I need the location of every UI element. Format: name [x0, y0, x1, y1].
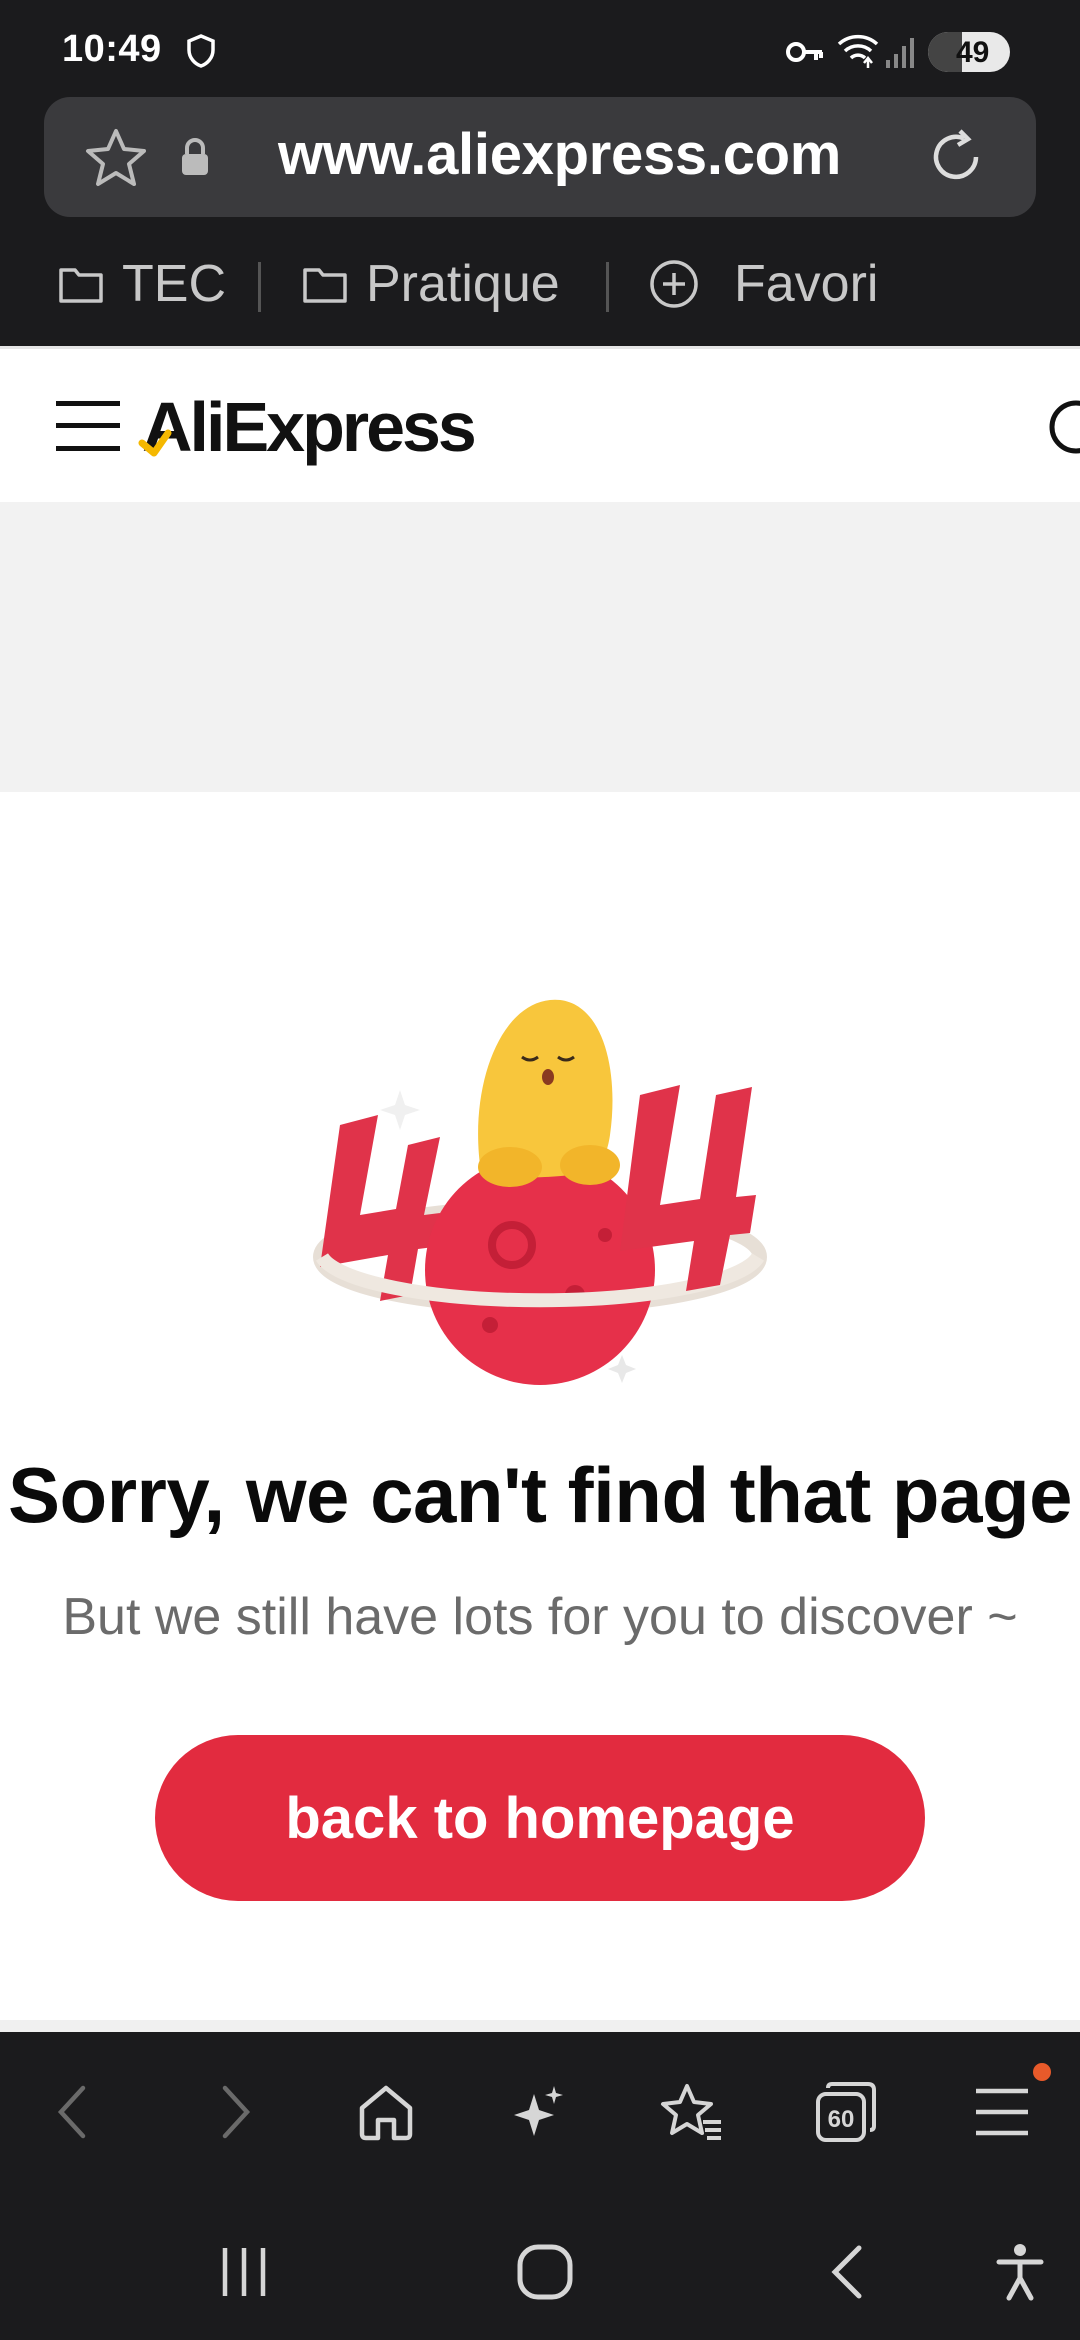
forward-button[interactable] — [194, 2072, 274, 2152]
notification-dot — [1033, 2063, 1051, 2081]
bookmarks-icon — [661, 2084, 721, 2140]
lock-icon — [182, 138, 208, 175]
logo-accent-icon — [138, 429, 172, 457]
home-button[interactable] — [346, 2072, 426, 2152]
add-circle-icon — [650, 260, 698, 308]
bookmark-label: TEC — [122, 255, 226, 313]
home-icon — [517, 2244, 573, 2300]
recents-icon — [222, 2248, 266, 2296]
battery-level: 49 — [956, 36, 990, 69]
tab-count: 60 — [828, 2106, 855, 2133]
page-bottom-divider — [0, 2020, 1080, 2032]
battery-icon: 49 — [928, 32, 1010, 72]
home-icon — [359, 2085, 413, 2141]
error-subtitle: But we still have lots for you to discov… — [62, 1588, 1018, 1646]
status-time: 10:49 — [62, 28, 162, 70]
tabs-button[interactable]: 60 — [806, 2072, 886, 2152]
sparkle-icon — [514, 2086, 563, 2136]
system-back-button[interactable] — [808, 2232, 888, 2312]
back-icon — [831, 2245, 862, 2299]
site-header: AliExpress — [0, 346, 1080, 505]
back-icon — [57, 2085, 86, 2139]
hamburger-menu-icon[interactable] — [56, 399, 120, 453]
url-text[interactable]: www.aliexpress.com — [278, 121, 841, 188]
bookmark-separator — [606, 262, 609, 312]
tabs-icon: 60 — [816, 2082, 876, 2142]
menu-icon — [976, 2088, 1028, 2136]
bookmark-pratique[interactable]: Pratique — [302, 252, 560, 316]
bookmarks-button[interactable] — [652, 2072, 732, 2152]
folder-icon — [59, 268, 103, 303]
system-home-button[interactable] — [505, 2232, 585, 2312]
search-icon[interactable] — [1046, 397, 1080, 457]
error-title: Sorry, we can't find that page — [8, 1451, 1072, 1539]
system-recents-button[interactable] — [204, 2232, 284, 2312]
browser-menu-button[interactable] — [962, 2072, 1042, 2152]
shield-icon — [187, 34, 215, 68]
forward-icon — [222, 2085, 251, 2139]
vpn-key-icon — [786, 42, 823, 62]
status-bar: 10:49 49 — [0, 0, 1080, 100]
bookmark-tec[interactable]: TEC — [58, 252, 226, 316]
bookmark-label: Pratique — [366, 255, 560, 313]
bookmark-star-icon[interactable] — [84, 127, 148, 187]
browser-top-chrome: 10:49 49 www.aliexpress.com TEC Pratique… — [0, 0, 1080, 346]
bookmark-label: Favori — [734, 255, 879, 313]
bookmarks-bar: TEC Pratique Favori — [0, 240, 1080, 340]
signal-icon — [886, 38, 914, 68]
bookmark-separator — [258, 262, 261, 312]
accessibility-button[interactable] — [980, 2232, 1060, 2312]
bookmark-favori[interactable]: Favori — [648, 252, 878, 316]
assistant-button[interactable] — [498, 2072, 578, 2152]
aliexpress-logo[interactable]: AliExpress — [142, 387, 477, 467]
banner-placeholder — [0, 502, 1080, 792]
accessibility-icon — [996, 2244, 1044, 2301]
reload-icon[interactable] — [924, 125, 988, 189]
browser-bottom-toolbar: 60 — [0, 2032, 1080, 2340]
address-bar[interactable]: www.aliexpress.com — [44, 97, 1036, 217]
back-button[interactable] — [34, 2072, 114, 2152]
404-illustration — [313, 999, 767, 1385]
back-to-homepage-button[interactable]: back to homepage — [155, 1735, 925, 1901]
wifi-icon — [837, 34, 879, 68]
folder-icon — [303, 268, 347, 303]
